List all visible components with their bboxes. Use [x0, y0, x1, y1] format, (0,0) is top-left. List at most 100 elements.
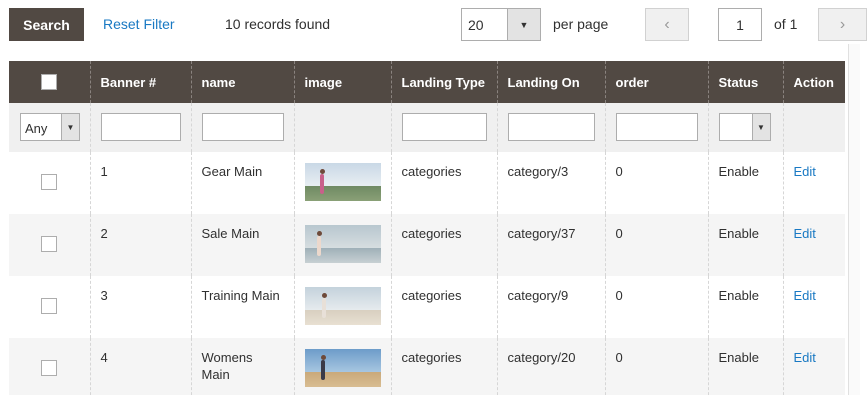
landing-on-cell: category/37	[496, 214, 605, 276]
name-filter-input[interactable]	[201, 113, 284, 141]
status-filter-dropdown[interactable]: ▼	[718, 113, 771, 141]
landing-on-cell: category/9	[496, 276, 605, 338]
row-checkbox[interactable]	[41, 298, 58, 314]
search-button[interactable]: Search	[9, 8, 84, 41]
edit-link[interactable]: Edit	[794, 226, 816, 241]
filter-cell-action	[782, 103, 845, 152]
banner-thumbnail-image	[304, 349, 381, 387]
landing-type-cell: categories	[390, 276, 497, 338]
current-page-input[interactable]: 1	[718, 8, 762, 41]
edit-link[interactable]: Edit	[794, 350, 816, 365]
column-header-banner[interactable]: Banner #	[89, 61, 191, 103]
landing-type-cell: categories	[390, 152, 497, 214]
vertical-scrollbar[interactable]	[848, 44, 860, 395]
row-select-cell	[9, 214, 90, 276]
edit-link[interactable]: Edit	[794, 164, 816, 179]
row-checkbox[interactable]	[41, 360, 58, 376]
image-cell	[293, 152, 391, 214]
records-found-count: 10 records found	[225, 16, 331, 32]
table-row[interactable]: 3 Training Main categories category/9 0 …	[9, 276, 845, 338]
column-header-order[interactable]: order	[604, 61, 708, 103]
filter-cell-order	[604, 103, 708, 152]
action-cell: Edit	[782, 276, 845, 338]
banner-thumbnail-image	[304, 225, 381, 263]
row-select-cell	[9, 338, 90, 395]
per-page-select[interactable]: 20 ▼	[461, 8, 541, 41]
name-cell: Gear Main	[190, 152, 294, 214]
action-cell: Edit	[782, 152, 845, 214]
status-cell: Enable	[707, 214, 783, 276]
banner-table: Banner # name image Landing Type Landing…	[9, 61, 845, 395]
order-cell: 0	[604, 152, 708, 214]
name-cell: Training Main	[190, 276, 294, 338]
chevron-down-icon[interactable]: ▼	[507, 9, 540, 40]
filter-cell-landing-on	[496, 103, 605, 152]
chevron-down-icon[interactable]: ▼	[61, 114, 79, 140]
landing-type-filter-input[interactable]	[401, 113, 487, 141]
order-cell: 0	[604, 276, 708, 338]
row-checkbox[interactable]	[41, 236, 58, 252]
image-cell	[293, 276, 391, 338]
chevron-down-icon[interactable]: ▼	[751, 114, 770, 140]
banner-id-cell: 1	[89, 152, 191, 214]
row-select-cell	[9, 276, 90, 338]
status-cell: Enable	[707, 276, 783, 338]
chevron-right-icon: ›	[839, 15, 846, 33]
banner-id-cell: 3	[89, 276, 191, 338]
image-cell	[293, 214, 391, 276]
select-filter-value: Any	[25, 121, 48, 136]
order-cell: 0	[604, 338, 708, 395]
filter-cell-select: Any ▼	[9, 103, 90, 152]
column-header-action: Action	[782, 61, 845, 103]
select-all-header	[9, 61, 90, 103]
table-row[interactable]: 4 Womens Main categories category/20 0 E…	[9, 338, 845, 395]
name-cell: Sale Main	[190, 214, 294, 276]
banner-thumbnail-image	[304, 287, 381, 325]
previous-page-button[interactable]: ‹	[645, 8, 689, 41]
filter-row: Any ▼ ▼	[9, 103, 845, 152]
name-cell: Womens Main	[190, 338, 294, 395]
column-header-status[interactable]: Status	[707, 61, 783, 103]
landing-type-cell: categories	[390, 214, 497, 276]
reset-filter-link[interactable]: Reset Filter	[103, 16, 175, 32]
order-cell: 0	[604, 214, 708, 276]
landing-type-cell: categories	[390, 338, 497, 395]
status-cell: Enable	[707, 152, 783, 214]
banner-thumbnail-image	[304, 163, 381, 201]
column-header-landing-type[interactable]: Landing Type	[390, 61, 497, 103]
filter-cell-name	[190, 103, 294, 152]
banner-id-cell: 4	[89, 338, 191, 395]
edit-link[interactable]: Edit	[794, 288, 816, 303]
filter-cell-status: ▼	[707, 103, 783, 152]
landing-on-filter-input[interactable]	[507, 113, 595, 141]
filter-cell-landing-type	[390, 103, 497, 152]
banner-filter-input[interactable]	[100, 113, 181, 141]
select-all-checkbox[interactable]	[41, 74, 58, 91]
status-cell: Enable	[707, 338, 783, 395]
order-filter-input[interactable]	[615, 113, 698, 141]
chevron-left-icon: ‹	[664, 15, 670, 33]
filter-cell-image	[293, 103, 391, 152]
column-header-name[interactable]: name	[190, 61, 294, 103]
landing-on-cell: category/20	[496, 338, 605, 395]
column-header-image[interactable]: image	[293, 61, 391, 103]
grid-toolbar: Search Reset Filter 10 records found 20 …	[0, 0, 867, 50]
per-page-value: 20	[468, 17, 484, 33]
landing-on-cell: category/3	[496, 152, 605, 214]
action-cell: Edit	[782, 338, 845, 395]
total-pages-label: of 1	[774, 16, 798, 32]
row-checkbox[interactable]	[41, 174, 58, 190]
row-select-cell	[9, 152, 90, 214]
action-cell: Edit	[782, 214, 845, 276]
table-row[interactable]: 2 Sale Main categories category/37 0 Ena…	[9, 214, 845, 276]
column-header-landing-on[interactable]: Landing On	[496, 61, 605, 103]
table-row[interactable]: 1 Gear Main categories category/3 0 Enab…	[9, 152, 845, 214]
select-filter-dropdown[interactable]: Any ▼	[20, 113, 80, 141]
filter-cell-banner	[89, 103, 191, 152]
table-header-row: Banner # name image Landing Type Landing…	[9, 61, 845, 103]
per-page-label: per page	[553, 16, 609, 32]
banner-id-cell: 2	[89, 214, 191, 276]
image-cell	[293, 338, 391, 395]
next-page-button[interactable]: ›	[818, 8, 867, 41]
banner-grid: Banner # name image Landing Type Landing…	[9, 61, 845, 395]
